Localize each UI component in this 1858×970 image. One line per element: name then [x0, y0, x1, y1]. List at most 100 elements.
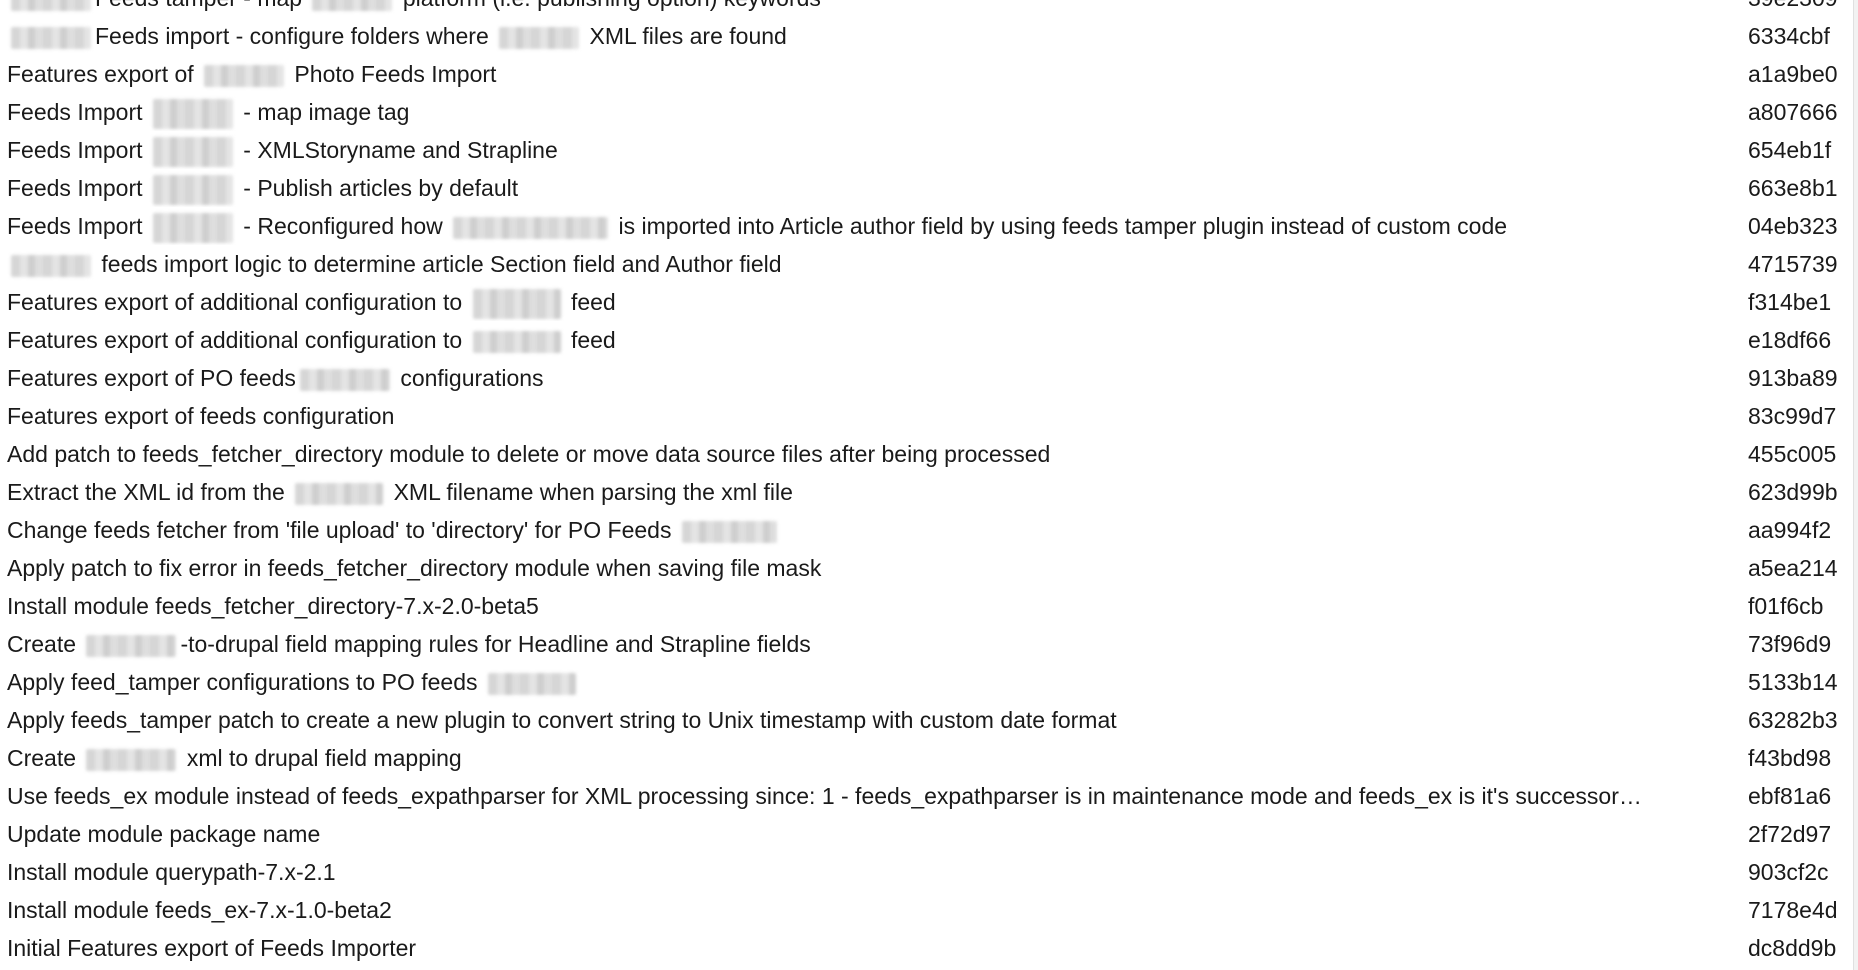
commit-message: Apply feeds_tamper patch to create a new… [7, 707, 1117, 733]
redacted-text [681, 520, 777, 543]
commit-hash: dc8dd9b [1748, 935, 1837, 961]
commit-hash: f43bd98 [1748, 745, 1832, 771]
commit-message: Feeds tamper - map platform (i.e. publis… [7, 0, 1660, 17]
commit-message: Feeds Import - Publish articles by defau… [7, 169, 1660, 207]
scrollbar-track[interactable] [1853, 0, 1858, 970]
commit-row[interactable]: Feeds Import - Reconfigured how is impor… [0, 207, 1850, 245]
commit-message: Install module querypath-7.x-2.1 [7, 859, 336, 885]
commit-message: feeds import logic to determine article … [7, 245, 1660, 283]
commit-hash: 63282b3 [1748, 707, 1838, 733]
redacted-text [204, 64, 285, 87]
commit-hash: e18df66 [1748, 327, 1832, 353]
commit-row[interactable]: Feeds tamper - map platform (i.e. publis… [0, 0, 1850, 17]
commit-list: Feeds tamper - map platform (i.e. publis… [0, 0, 1850, 967]
commit-row[interactable]: Features export of Photo Feeds Import a1… [0, 55, 1850, 93]
commit-hash: a1a9be0 [1748, 61, 1838, 87]
commit-message: Feeds Import - map image tag [7, 93, 1660, 131]
commit-hash: 663e8b1 [1748, 175, 1838, 201]
commit-message: Features export of additional configurat… [7, 283, 1660, 321]
redacted-text [472, 288, 561, 319]
redacted-text [11, 254, 91, 277]
redacted-text [312, 0, 393, 11]
commit-hash: 2f72d97 [1748, 821, 1832, 847]
commit-row[interactable]: Features export of PO feeds configuratio… [0, 359, 1850, 397]
redacted-text [152, 212, 233, 243]
commit-hash: 73f96d9 [1748, 631, 1832, 657]
redacted-text [299, 368, 390, 391]
commit-row[interactable]: Change feeds fetcher from 'file upload' … [0, 511, 1850, 549]
commit-message: Feeds import - configure folders where X… [7, 17, 1660, 55]
commit-history-panel: Feeds tamper - map platform (i.e. publis… [0, 0, 1858, 970]
commit-hash: ebf81a6 [1748, 783, 1832, 809]
commit-row[interactable]: Apply patch to fix error in feeds_fetche… [0, 549, 1850, 587]
commit-hash: a807666 [1748, 99, 1838, 125]
commit-row[interactable]: Feeds import - configure folders where X… [0, 17, 1850, 55]
commit-hash: 83c99d7 [1748, 403, 1837, 429]
commit-hash: 623d99b [1748, 479, 1838, 505]
commit-message: Features export of Photo Feeds Import [7, 61, 497, 87]
commit-hash: f314be1 [1748, 289, 1832, 315]
commit-message: Features export of feeds configuration [7, 403, 395, 429]
commit-hash: 04eb323 [1748, 213, 1838, 239]
commit-row[interactable]: Features export of feeds configuration 8… [0, 397, 1850, 435]
commit-row[interactable]: Add patch to feeds_fetcher_directory mod… [0, 435, 1850, 473]
commit-message: Create xml to drupal field mapping [7, 745, 462, 771]
redacted-text [453, 216, 609, 239]
commit-message: Features export of additional configurat… [7, 327, 616, 353]
commit-row[interactable]: Apply feed_tamper configurations to PO f… [0, 663, 1850, 701]
redacted-text [152, 98, 233, 129]
commit-hash: a5ea214 [1748, 555, 1838, 581]
commit-hash: 7178e4d [1748, 897, 1838, 923]
redacted-text [295, 482, 384, 505]
redacted-text [472, 330, 561, 353]
commit-message: Feeds Import - XMLStoryname and Straplin… [7, 131, 1660, 169]
commit-message: Extract the XML id from the XML filename… [7, 479, 793, 505]
commit-hash: 6334cbf [1748, 23, 1830, 49]
redacted-text [487, 672, 576, 695]
commit-hash: 4715739 [1748, 251, 1838, 277]
commit-row[interactable]: Use feeds_ex module instead of feeds_exp… [0, 777, 1850, 815]
commit-message: Install module feeds_ex-7.x-1.0-beta2 [7, 897, 392, 923]
commit-message: Apply feed_tamper configurations to PO f… [7, 663, 1660, 701]
commit-row[interactable]: feeds import logic to determine article … [0, 245, 1850, 283]
redacted-text [11, 26, 91, 49]
commit-hash: 455c005 [1748, 441, 1837, 467]
commit-row[interactable]: Feeds Import - Publish articles by defau… [0, 169, 1850, 207]
commit-row[interactable]: Create xml to drupal field mapping f43bd… [0, 739, 1850, 777]
commit-message: Create -to-drupal field mapping rules fo… [7, 631, 811, 657]
commit-message: Apply patch to fix error in feeds_fetche… [7, 555, 822, 581]
redacted-text [499, 26, 580, 49]
commit-hash: 5133b14 [1748, 669, 1838, 695]
commit-message: Change feeds fetcher from 'file upload' … [7, 511, 1660, 549]
commit-row[interactable]: Extract the XML id from the XML filename… [0, 473, 1850, 511]
commit-message: Initial Features export of Feeds Importe… [7, 935, 417, 961]
commit-hash: 39e2309 [1748, 0, 1858, 17]
commit-row[interactable]: Apply feeds_tamper patch to create a new… [0, 701, 1850, 739]
commit-hash: 913ba89 [1748, 365, 1838, 391]
commit-row[interactable]: Create -to-drupal field mapping rules fo… [0, 625, 1850, 663]
redacted-text [152, 136, 233, 167]
redacted-text [86, 634, 177, 657]
commit-row[interactable]: Feeds Import - XMLStoryname and Straplin… [0, 131, 1850, 169]
commit-row[interactable]: Install module querypath-7.x-2.1 903cf2c [0, 853, 1850, 891]
commit-message: Feeds Import - Reconfigured how is impor… [7, 207, 1660, 245]
commit-hash: aa994f2 [1748, 517, 1832, 543]
commit-row[interactable]: Features export of additional configurat… [0, 321, 1850, 359]
commit-message: Add patch to feeds_fetcher_directory mod… [7, 441, 1051, 467]
redacted-text [11, 0, 91, 11]
commit-message: Update module package name [7, 821, 321, 847]
commit-row[interactable]: Initial Features export of Feeds Importe… [0, 929, 1850, 967]
commit-row[interactable]: Features export of additional configurat… [0, 283, 1850, 321]
commit-row[interactable]: Install module feeds_fetcher_directory-7… [0, 587, 1850, 625]
redacted-text [86, 748, 177, 771]
commit-hash: f01f6cb [1748, 593, 1824, 619]
commit-hash: 903cf2c [1748, 859, 1829, 885]
commit-message: Use feeds_ex module instead of feeds_exp… [7, 783, 1642, 809]
commit-message: Features export of PO feeds configuratio… [7, 365, 544, 391]
commit-row[interactable]: Feeds Import - map image tag a807666 [0, 93, 1850, 131]
commit-hash: 654eb1f [1748, 137, 1832, 163]
redacted-text [152, 174, 233, 205]
commit-row[interactable]: Update module package name 2f72d97 [0, 815, 1850, 853]
commit-row[interactable]: Install module feeds_ex-7.x-1.0-beta2 71… [0, 891, 1850, 929]
commit-message: Install module feeds_fetcher_directory-7… [7, 593, 539, 619]
